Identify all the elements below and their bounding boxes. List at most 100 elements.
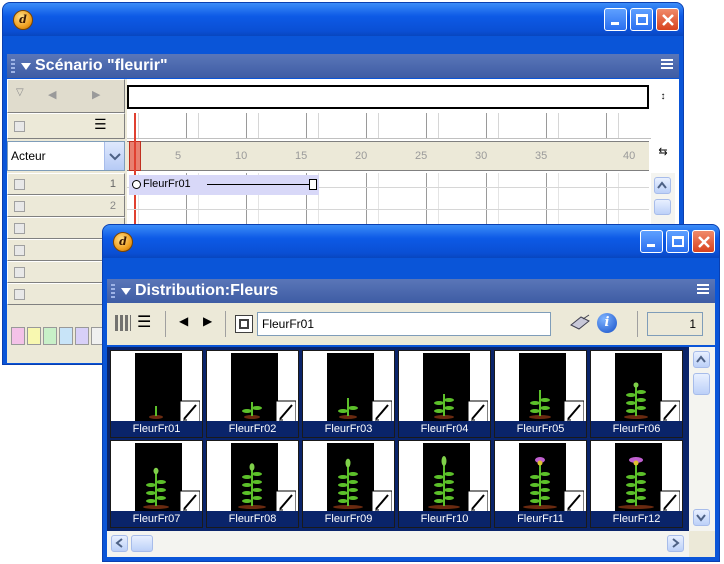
cast-member-label: FleurFr07 <box>111 511 202 527</box>
collapse-triangle-icon[interactable] <box>121 288 131 295</box>
behavior-channel-grid[interactable] <box>127 113 651 139</box>
cast-member-cell[interactable]: FleurFr12 <box>590 440 683 528</box>
cast-horizontal-scrollbar[interactable] <box>107 531 689 557</box>
channel-toggle[interactable] <box>14 289 25 300</box>
size-grip[interactable] <box>689 531 715 557</box>
sprite-label: FleurFr01 <box>143 178 191 190</box>
score-panel-header[interactable]: Scénario "fleurir" <box>7 54 679 78</box>
cast-member-thumbnail <box>593 443 680 513</box>
scroll-thumb[interactable] <box>693 373 710 395</box>
channel-toggle[interactable] <box>14 201 25 212</box>
cast-member-thumbnail <box>209 353 296 423</box>
cast-member-cell[interactable]: FleurFr11 <box>494 440 587 528</box>
score-titlebar[interactable]: d <box>3 3 683 36</box>
scroll-up-button[interactable] <box>693 351 710 368</box>
member-number-field[interactable]: 1 <box>647 312 703 336</box>
next-marker-icon[interactable]: ▶ <box>92 88 100 101</box>
previous-marker-icon[interactable]: ◀ <box>48 88 56 101</box>
minimize-icon <box>611 22 619 25</box>
channel-toggle[interactable] <box>14 245 25 256</box>
cast-member-label: FleurFr10 <box>399 511 490 527</box>
next-member-icon[interactable]: ▶ <box>203 314 212 328</box>
color-swatch[interactable] <box>59 327 73 345</box>
cast-member-cell[interactable]: FleurFr06 <box>590 350 683 438</box>
maximize-button[interactable] <box>630 8 653 31</box>
scroll-up-button[interactable] <box>654 177 671 194</box>
cast-member-cell[interactable]: FleurFr02 <box>206 350 299 438</box>
cast-member-label: FleurFr12 <box>591 511 682 527</box>
channel-toggle[interactable] <box>14 121 25 132</box>
close-icon <box>662 14 674 26</box>
color-swatch[interactable] <box>11 327 25 345</box>
close-button[interactable] <box>692 230 715 253</box>
previous-member-icon[interactable]: ◀ <box>179 314 188 328</box>
cast-member-cell[interactable]: FleurFr10 <box>398 440 491 528</box>
info-icon[interactable]: i <box>597 313 617 333</box>
panel-options-icon[interactable] <box>661 59 673 71</box>
cast-titlebar[interactable]: d <box>103 225 719 258</box>
chevron-up-icon <box>696 355 706 363</box>
channel-toggle[interactable] <box>14 179 25 190</box>
color-swatch[interactable] <box>27 327 41 345</box>
cast-panel-header[interactable]: Distribution:Fleurs <box>107 279 715 303</box>
channel-dropdown[interactable]: Acteur <box>7 141 125 171</box>
thumbnail-view-icon[interactable] <box>115 315 131 331</box>
scroll-right-button[interactable] <box>667 535 684 552</box>
sprite-span[interactable]: FleurFr01 <box>129 175 319 195</box>
cast-member-cell[interactable]: FleurFr07 <box>110 440 203 528</box>
cast-member-label: FleurFr08 <box>207 511 298 527</box>
marker-menu-icon[interactable]: ▽ <box>16 87 24 98</box>
cast-member-cell[interactable]: FleurFr01 <box>110 350 203 438</box>
cast-member-thumbnail <box>497 353 584 423</box>
cast-member-thumbnail <box>305 353 392 423</box>
scroll-thumb[interactable] <box>654 199 671 215</box>
cast-member-thumbnail <box>305 443 392 513</box>
channel-row: 1 <box>7 173 125 195</box>
channel-toggle[interactable] <box>14 223 25 234</box>
channel-toggle[interactable] <box>14 267 25 278</box>
marker-bar[interactable] <box>127 85 649 109</box>
cast-member-label: FleurFr01 <box>111 421 202 437</box>
chevron-left-icon <box>115 538 123 548</box>
marker-scroll-icon[interactable]: ↕ <box>653 85 673 109</box>
cast-member-label: FleurFr11 <box>495 511 586 527</box>
list-view-icon[interactable]: ☰ <box>137 312 151 331</box>
maximize-button[interactable] <box>666 230 689 253</box>
cast-member-thumbnail <box>401 443 488 513</box>
close-button[interactable] <box>656 8 679 31</box>
toolbar-separator <box>165 311 166 337</box>
maximize-icon <box>636 14 648 25</box>
panel-grip[interactable] <box>111 284 115 298</box>
frame-ruler[interactable]: 5 10 15 20 25 30 35 40 <box>127 141 649 171</box>
cast-member-cell[interactable]: FleurFr05 <box>494 350 587 438</box>
cast-member-thumbnail <box>593 353 680 423</box>
cast-script-icon[interactable] <box>569 313 593 331</box>
cast-vertical-scrollbar[interactable] <box>689 347 715 531</box>
scroll-thumb[interactable] <box>131 535 153 552</box>
cast-member-label: FleurFr06 <box>591 421 682 437</box>
collapse-triangle-icon[interactable] <box>21 63 31 70</box>
color-swatch[interactable] <box>75 327 89 345</box>
scroll-left-button[interactable] <box>111 535 128 552</box>
minimize-button[interactable] <box>604 8 627 31</box>
cast-member-cell[interactable]: FleurFr09 <box>302 440 395 528</box>
member-name-input[interactable] <box>257 312 551 336</box>
panel-options-icon[interactable] <box>697 284 709 296</box>
dropdown-arrow-button[interactable] <box>104 142 124 170</box>
frame-number: 10 <box>235 150 248 162</box>
cast-member-cell[interactable]: FleurFr03 <box>302 350 395 438</box>
cast-member-cell[interactable]: FleurFr08 <box>206 440 299 528</box>
toolbar-separator <box>637 311 638 337</box>
cast-panel-title: Distribution:Fleurs <box>135 282 279 299</box>
zoom-icon[interactable]: ⇆ <box>653 145 673 169</box>
panel-grip[interactable] <box>11 59 15 73</box>
minimize-button[interactable] <box>640 230 663 253</box>
frame-number: 30 <box>475 150 488 162</box>
close-icon <box>698 236 710 248</box>
channel-row: 2 <box>7 195 125 217</box>
scroll-down-button[interactable] <box>693 509 710 526</box>
maximize-icon <box>672 236 684 247</box>
color-swatch[interactable] <box>43 327 57 345</box>
cast-member-thumbnail <box>113 443 200 513</box>
cast-member-cell[interactable]: FleurFr04 <box>398 350 491 438</box>
